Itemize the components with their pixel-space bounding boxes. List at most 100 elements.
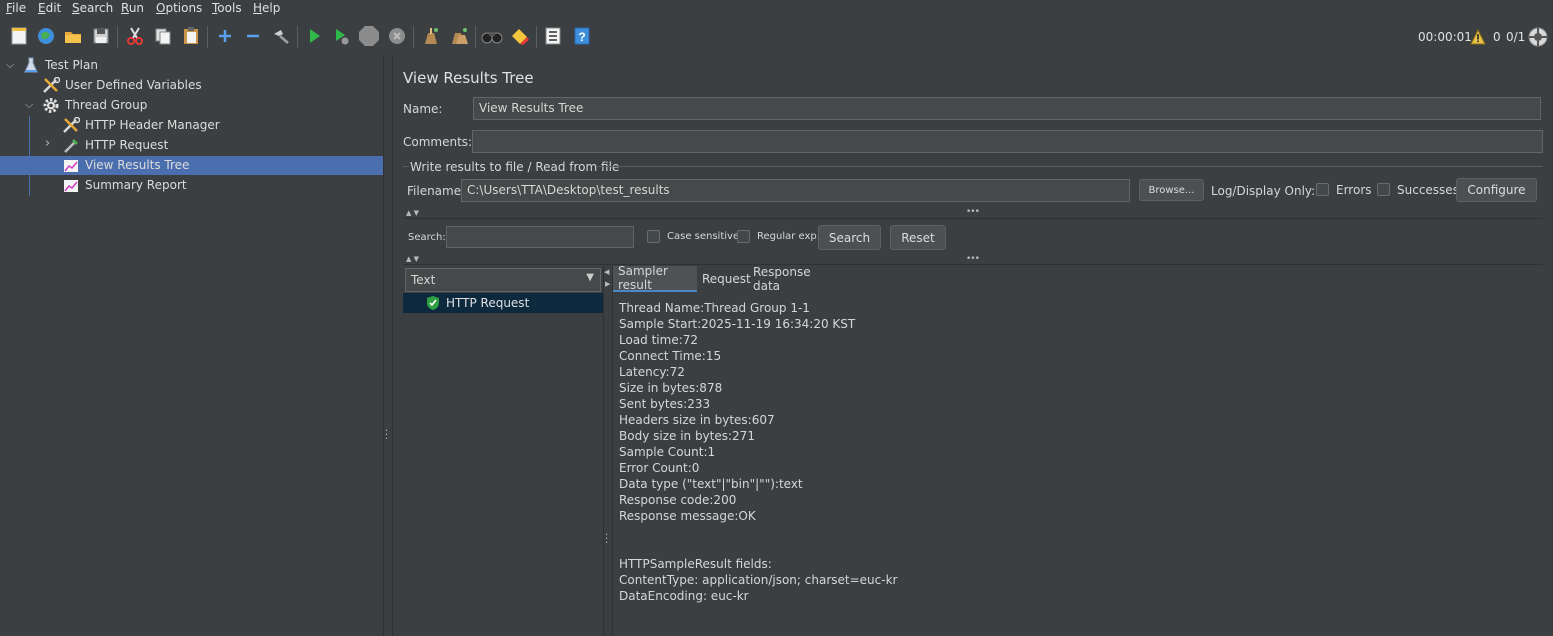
detail-line: Error Count:0 — [619, 461, 700, 475]
tree-node-http-request[interactable]: › HTTP Request — [0, 136, 383, 155]
shutdown-icon[interactable] — [386, 25, 408, 47]
paste-icon[interactable] — [180, 25, 202, 47]
tree-node-view-results-tree[interactable]: View Results Tree — [0, 156, 383, 175]
collapse-arrows-icon[interactable]: ▲ ▼ — [406, 255, 419, 263]
test-plan-tree: ⌵ Test Plan User Defined Variables ⌵ Thr… — [0, 56, 384, 636]
configure-button[interactable]: Configure — [1456, 178, 1537, 202]
drag-handle-icon[interactable]: ••• — [966, 254, 980, 264]
results-splitter[interactable]: ◀ ▶ · · · — [603, 266, 613, 636]
menu-search-mnemonic: S — [72, 1, 80, 15]
copy-icon[interactable] — [152, 25, 174, 47]
templates-icon[interactable] — [35, 25, 57, 47]
search-icon[interactable] — [481, 25, 503, 47]
save-icon[interactable] — [90, 25, 112, 47]
tree-node-label: User Defined Variables — [65, 78, 202, 92]
menu-file[interactable]: File — [6, 1, 26, 15]
detail-line: Response code:200 — [619, 493, 737, 507]
success-shield-icon — [426, 295, 440, 311]
successes-checkbox[interactable] — [1377, 183, 1390, 196]
chevron-right-icon[interactable]: › — [45, 136, 50, 151]
help-icon[interactable]: ? — [571, 25, 593, 47]
collapse-left-icon[interactable]: ◀ — [604, 268, 609, 276]
tab-sampler-result[interactable]: Sampler result — [613, 264, 697, 292]
chevron-down-icon[interactable]: ⌵ — [6, 58, 14, 72]
pipette-icon — [62, 137, 80, 154]
tree-node-label: View Results Tree — [85, 158, 190, 172]
comments-field[interactable] — [472, 130, 1543, 153]
start-no-pauses-icon[interactable] — [330, 25, 352, 47]
menu-run-label: un — [128, 1, 145, 15]
regular-exp-checkbox[interactable] — [737, 230, 750, 243]
menu-search[interactable]: Search — [72, 1, 113, 15]
name-label: Name: — [403, 102, 443, 116]
open-icon[interactable] — [62, 25, 84, 47]
detail-line: Load time:72 — [619, 333, 699, 347]
file-section-title: Write results to file / Read from file — [410, 160, 620, 174]
start-icon[interactable] — [303, 25, 325, 47]
clear-all-icon[interactable] — [448, 25, 470, 47]
search-input[interactable] — [446, 226, 634, 248]
main-splitter[interactable]: · · · — [384, 56, 393, 636]
errors-checkbox[interactable] — [1316, 183, 1329, 196]
warning-icon[interactable] — [1470, 28, 1486, 45]
detail-line: Response message:OK — [619, 509, 756, 523]
svg-text:?: ? — [578, 30, 585, 44]
function-helper-icon[interactable] — [542, 25, 564, 47]
tree-node-thread-group[interactable]: ⌵ Thread Group — [0, 96, 383, 115]
tree-node-label: HTTP Request — [85, 138, 169, 152]
detail-line: DataEncoding: euc-kr — [619, 589, 749, 603]
tab-request[interactable]: Request — [697, 266, 751, 292]
gear-icon — [42, 97, 60, 114]
collapse-icon[interactable] — [242, 25, 264, 47]
collapse-right-icon[interactable]: ▶ — [605, 280, 610, 288]
reset-button[interactable]: Reset — [890, 225, 946, 250]
active-threads: 0/1 — [1506, 30, 1526, 44]
detail-line: Sent bytes:233 — [619, 397, 711, 411]
log-display-label: Log/Display Only: — [1211, 184, 1316, 198]
stop-icon[interactable] — [358, 25, 380, 47]
split-bar — [403, 264, 1543, 265]
toggle-icon[interactable] — [270, 25, 292, 47]
collapse-arrows-icon[interactable]: ▲ ▼ — [406, 209, 419, 217]
cut-icon[interactable] — [124, 25, 146, 47]
detail-line: Headers size in bytes:607 — [619, 413, 775, 427]
drag-handle-icon[interactable]: ••• — [966, 207, 980, 217]
remote-engines-icon[interactable] — [1528, 27, 1548, 47]
new-icon[interactable] — [8, 25, 30, 47]
result-item-http-request[interactable]: HTTP Request — [403, 293, 603, 313]
renderer-select[interactable]: Text ▼ — [405, 268, 601, 292]
menu-edit-mnemonic: E — [38, 1, 46, 15]
section-border — [403, 166, 409, 167]
name-field[interactable]: View Results Tree — [473, 97, 1541, 120]
tree-node-user-defined-variables[interactable]: User Defined Variables — [0, 76, 383, 95]
tree-node-label: Thread Group — [65, 98, 148, 112]
tree-node-http-header-manager[interactable]: HTTP Header Manager — [0, 116, 383, 135]
browse-button[interactable]: Browse... — [1139, 179, 1204, 201]
page-title: View Results Tree — [403, 69, 534, 87]
case-sensitive-checkbox[interactable] — [647, 230, 660, 243]
expand-icon[interactable] — [214, 25, 236, 47]
menu-file-label: ile — [12, 1, 27, 15]
detail-line: Thread Name:Thread Group 1-1 — [619, 301, 810, 315]
elapsed-time: 00:00:01 — [1418, 30, 1472, 44]
detail-line: Sample Start:2025-11-19 16:34:20 KST — [619, 317, 856, 331]
menu-help-mnemonic: H — [253, 1, 263, 15]
search-label: Search: — [408, 232, 446, 243]
reset-search-icon[interactable] — [509, 25, 531, 47]
tree-node-summary-report[interactable]: Summary Report — [0, 176, 383, 195]
chevron-down-icon[interactable]: ⌵ — [25, 98, 33, 112]
tree-node-test-plan[interactable]: ⌵ Test Plan — [0, 56, 383, 75]
filename-field[interactable]: C:\Users\TTA\Desktop\test_results — [461, 179, 1130, 202]
menu-help[interactable]: Help — [253, 1, 280, 15]
menu-tools[interactable]: Tools — [212, 1, 242, 15]
comments-label: Comments: — [403, 135, 473, 149]
clear-icon[interactable] — [420, 25, 442, 47]
menu-edit-label: dit — [45, 1, 62, 15]
search-button[interactable]: Search — [818, 225, 881, 250]
menu-options[interactable]: Options — [156, 1, 202, 15]
detail-line: Latency:72 — [619, 365, 685, 379]
tab-response-data[interactable]: Response data — [748, 265, 834, 293]
menu-edit[interactable]: Edit — [38, 1, 61, 15]
menu-run[interactable]: Run — [121, 1, 144, 15]
menu-bar: File Edit Search Run Options Tools Help — [0, 0, 1553, 18]
